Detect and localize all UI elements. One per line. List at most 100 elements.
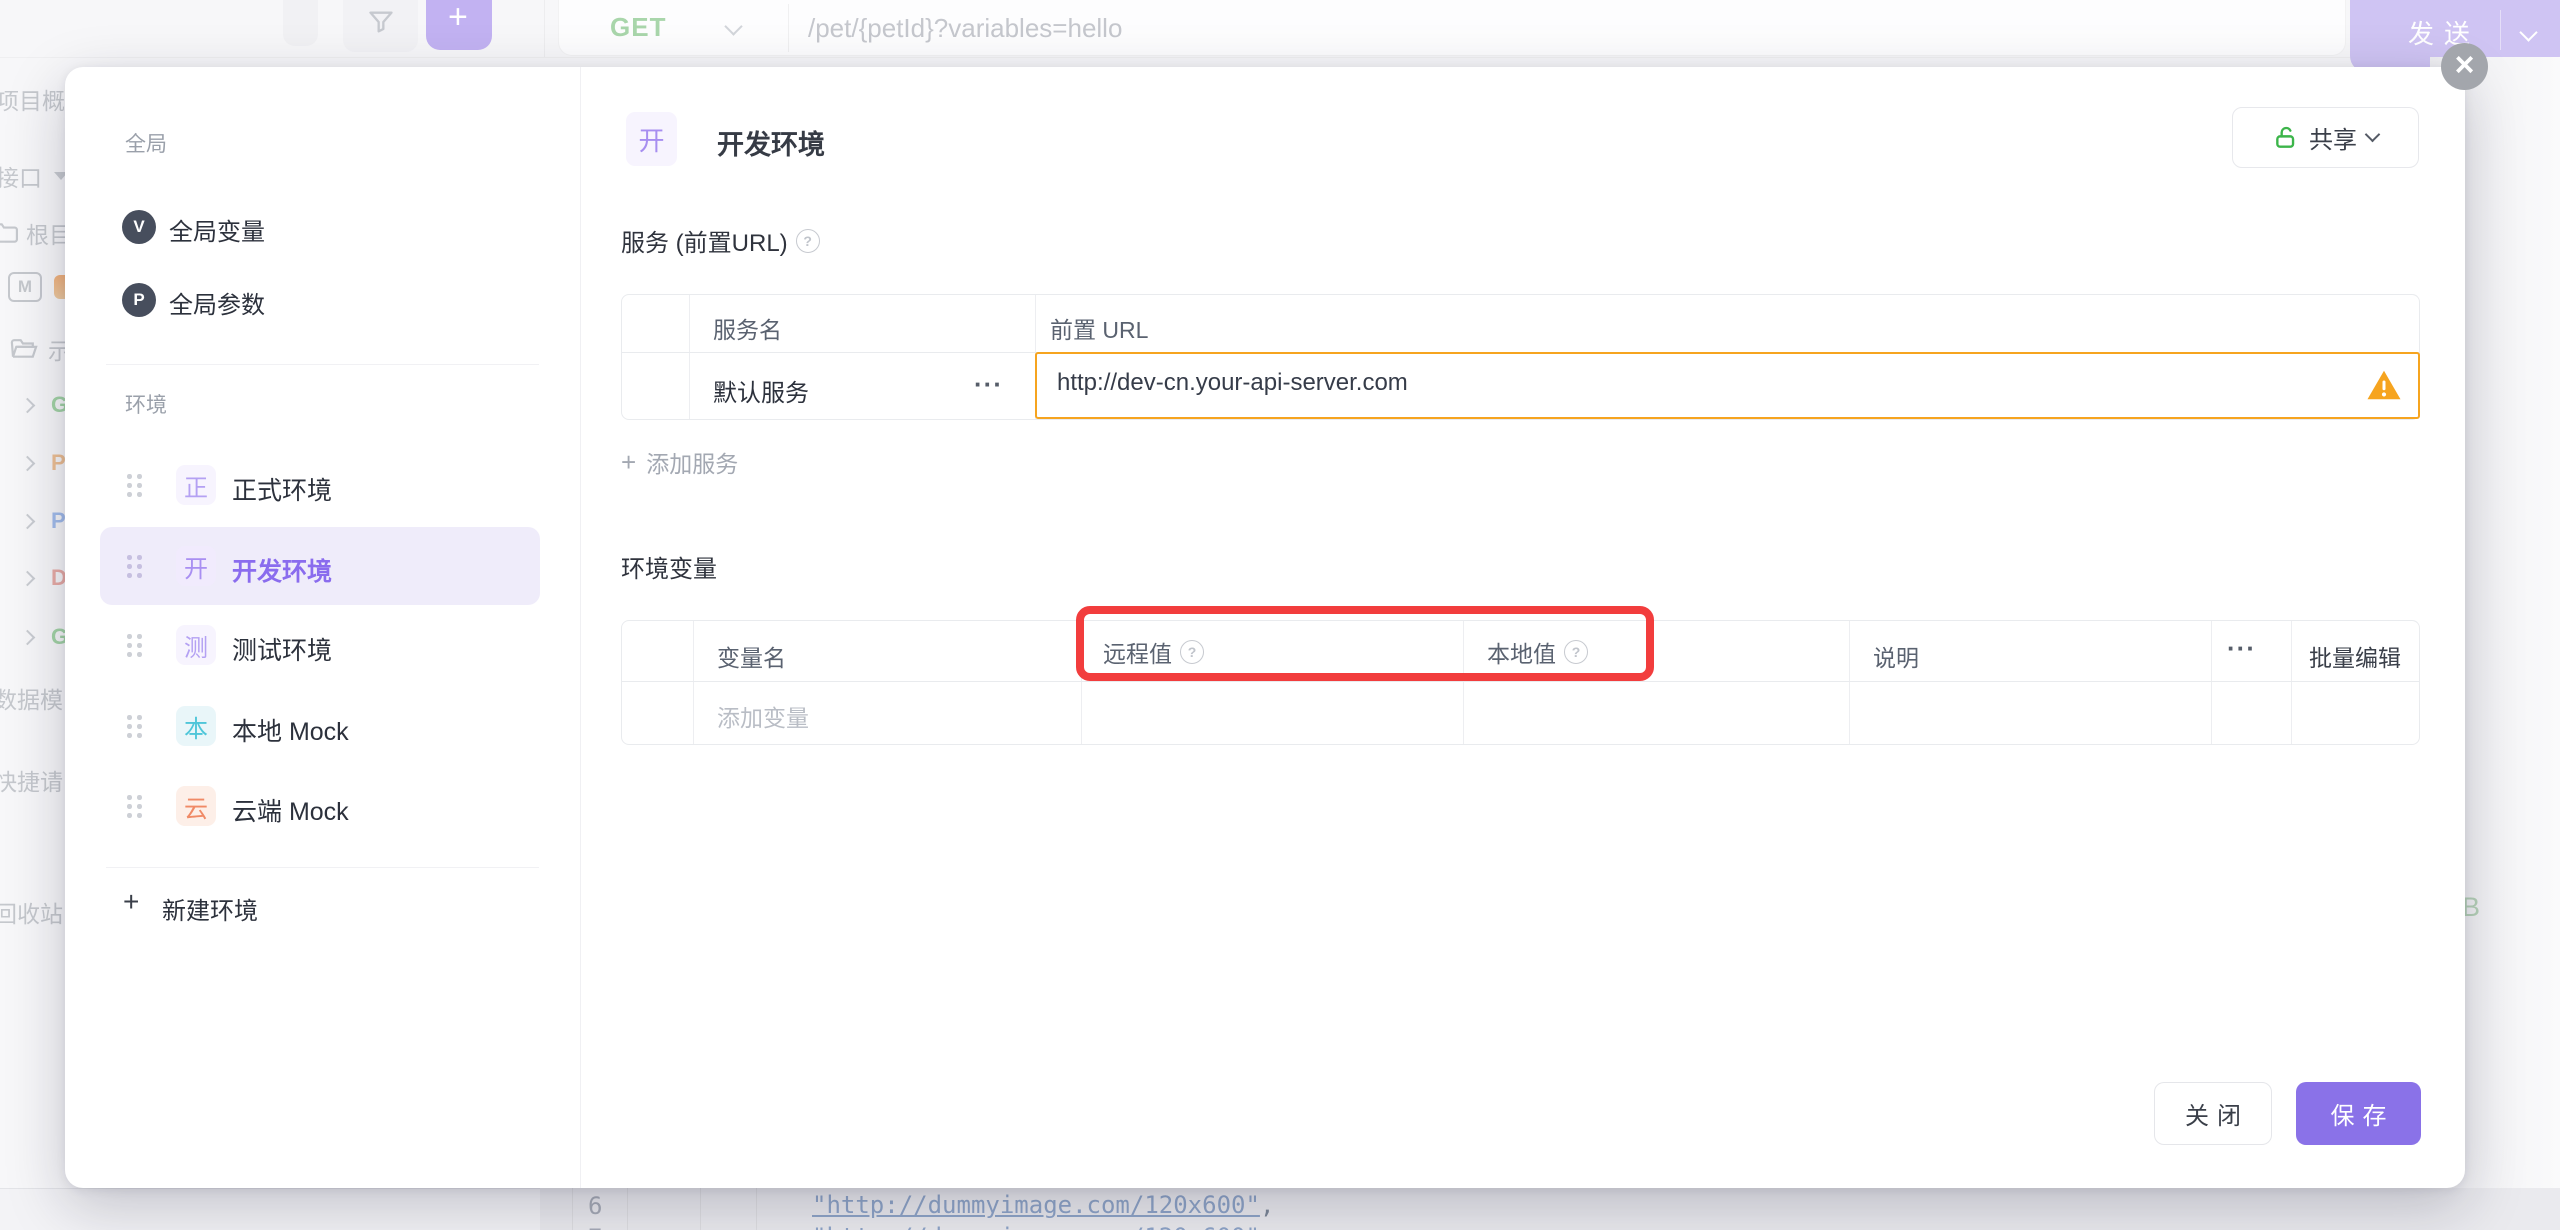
env-item-label: 测试环境	[232, 631, 332, 667]
tree-item-example-dir[interactable]: 示	[10, 332, 71, 366]
close-button[interactable]: 关闭	[2154, 1082, 2272, 1145]
unlock-icon	[2273, 125, 2299, 151]
modal-sidebar: 全局 V 全局变量 P 全局参数 环境 正 正式环境 开 开发环境	[65, 67, 581, 1188]
more-icon[interactable]	[2227, 633, 2256, 664]
request-url-text: /pet/{petId}?variables=hello	[808, 13, 1122, 43]
code-editor-strip: 6 "http://dummyimage.com/120x600", 7 "ht…	[0, 1188, 2560, 1230]
env-item-label: 云端 Mock	[232, 792, 349, 828]
send-split-divider	[2500, 10, 2501, 50]
share-button[interactable]: 共享	[2232, 107, 2419, 168]
save-button[interactable]: 保存	[2296, 1082, 2421, 1145]
drag-handle-icon[interactable]	[127, 634, 142, 657]
add-service-button[interactable]: 添加服务	[621, 445, 738, 479]
tree-item-root-dir[interactable]: 根目	[0, 216, 72, 250]
col-header-base-url: 前置 URL	[1050, 311, 1148, 345]
modal-close-button[interactable]	[2441, 43, 2488, 90]
table-header-divider	[622, 681, 2419, 682]
method-select[interactable]: GET	[610, 12, 666, 43]
more-icon[interactable]	[974, 369, 1003, 400]
drag-handle-icon[interactable]	[127, 555, 142, 578]
column-divider	[2211, 621, 2212, 744]
sidebar-item-data-models[interactable]: 数据模	[0, 681, 63, 715]
environment-settings-modal: 全局 V 全局变量 P 全局参数 环境 正 正式环境 开 开发环境	[65, 67, 2465, 1188]
services-section-label: 服务 (前置URL)	[621, 223, 820, 258]
warning-icon	[2366, 369, 2402, 401]
env-item-production[interactable]: 正 正式环境	[100, 446, 540, 524]
plus-icon	[621, 447, 636, 478]
variables-section-label: 环境变量	[621, 549, 717, 584]
variables-table: 变量名 远程值 本地值 说明 批量编辑 添加变量	[621, 620, 2420, 745]
sidebar-item-quick-request[interactable]: 快捷请	[0, 763, 63, 797]
col-header-local-value: 本地值	[1487, 635, 1588, 669]
send-chevron-down-icon[interactable]	[2519, 23, 2537, 41]
sidebar-item-label: 全局参数	[169, 285, 265, 320]
env-badge: 正	[176, 465, 216, 505]
env-item-label: 开发环境	[232, 552, 332, 588]
env-item-label: 本地 Mock	[232, 712, 349, 748]
col-header-batch-edit[interactable]: 批量编辑	[2309, 639, 2401, 673]
new-environment-label: 新建环境	[162, 891, 258, 926]
sidebar-item-label: 全局变量	[169, 212, 265, 247]
env-item-local-mock[interactable]: 本 本地 Mock	[100, 687, 540, 765]
drag-handle-icon[interactable]	[127, 474, 142, 497]
sidebar-item-global-variables[interactable]: V 全局变量	[100, 195, 540, 259]
env-badge: 本	[176, 706, 216, 746]
request-url-input[interactable]: /pet/{petId}?variables=hello	[808, 13, 1122, 44]
code-line-partial: "http://dummyimage.com/120x600"	[812, 1223, 1260, 1230]
env-item-testing[interactable]: 测 测试环境	[100, 606, 540, 684]
modal-env-badge: 开	[626, 112, 677, 166]
help-icon[interactable]	[1180, 640, 1204, 664]
plus-icon	[448, 0, 468, 37]
share-label: 共享	[2309, 120, 2357, 155]
line-number: 7	[588, 1224, 602, 1230]
modal-title: 开发环境	[717, 123, 825, 162]
markdown-icon: M	[8, 272, 42, 302]
chevron-right-icon	[20, 513, 36, 529]
sidebar-item-apis[interactable]: 接口	[0, 159, 68, 193]
code-line: "http://dummyimage.com/120x600",	[812, 1191, 1274, 1219]
chevron-right-icon	[20, 629, 36, 645]
toolbar-partial-button[interactable]	[283, 0, 318, 46]
column-divider	[1463, 621, 1464, 744]
env-badge: 云	[176, 786, 216, 826]
service-name-cell[interactable]: 默认服务	[713, 373, 809, 408]
drag-handle-icon[interactable]	[127, 715, 142, 738]
line-number: 6	[588, 1192, 602, 1220]
help-icon[interactable]	[1564, 640, 1588, 664]
col-header-description: 说明	[1873, 639, 1919, 673]
code-comma: ,	[1260, 1191, 1274, 1219]
plus-icon	[123, 886, 139, 918]
indent-guide	[756, 1188, 757, 1230]
add-variable-row[interactable]: 添加变量	[717, 699, 809, 733]
open-folder-icon	[10, 338, 38, 360]
sidebar-item-global-params[interactable]: P 全局参数	[100, 268, 540, 332]
drag-handle-icon[interactable]	[127, 795, 142, 818]
add-request-button[interactable]	[426, 0, 492, 50]
env-item-cloud-mock[interactable]: 云 云端 Mock	[100, 767, 540, 845]
panel-divider	[544, 0, 545, 57]
filter-button[interactable]	[343, 0, 418, 52]
sidebar-item-trash[interactable]: 回收站	[0, 895, 63, 929]
sidebar-divider	[106, 364, 539, 365]
column-divider	[1849, 621, 1850, 744]
col-header-variable-name: 变量名	[717, 639, 786, 673]
indent-guide	[700, 1188, 701, 1230]
base-url-input[interactable]	[1055, 368, 2319, 398]
help-icon[interactable]	[796, 229, 820, 253]
col-header-service-name: 服务名	[713, 311, 782, 345]
sidebar-item-project-overview[interactable]: 项目概	[0, 82, 65, 116]
env-item-label: 正式环境	[232, 471, 332, 507]
global-param-icon: P	[122, 283, 156, 317]
left-panel-bottom	[0, 1188, 540, 1230]
sidebar-divider	[106, 867, 539, 868]
chevron-right-icon	[20, 397, 36, 413]
col-header-remote-value: 远程值	[1103, 635, 1204, 669]
column-divider	[693, 621, 694, 744]
new-environment-button[interactable]: 新建环境	[100, 875, 540, 935]
env-item-development[interactable]: 开 开发环境	[100, 527, 540, 605]
folder-icon	[0, 222, 18, 244]
env-section-label: 环境	[125, 389, 167, 419]
code-link[interactable]: "http://dummyimage.com/120x600"	[812, 1191, 1260, 1219]
global-variable-icon: V	[122, 210, 156, 244]
indent-guide	[572, 1188, 573, 1230]
